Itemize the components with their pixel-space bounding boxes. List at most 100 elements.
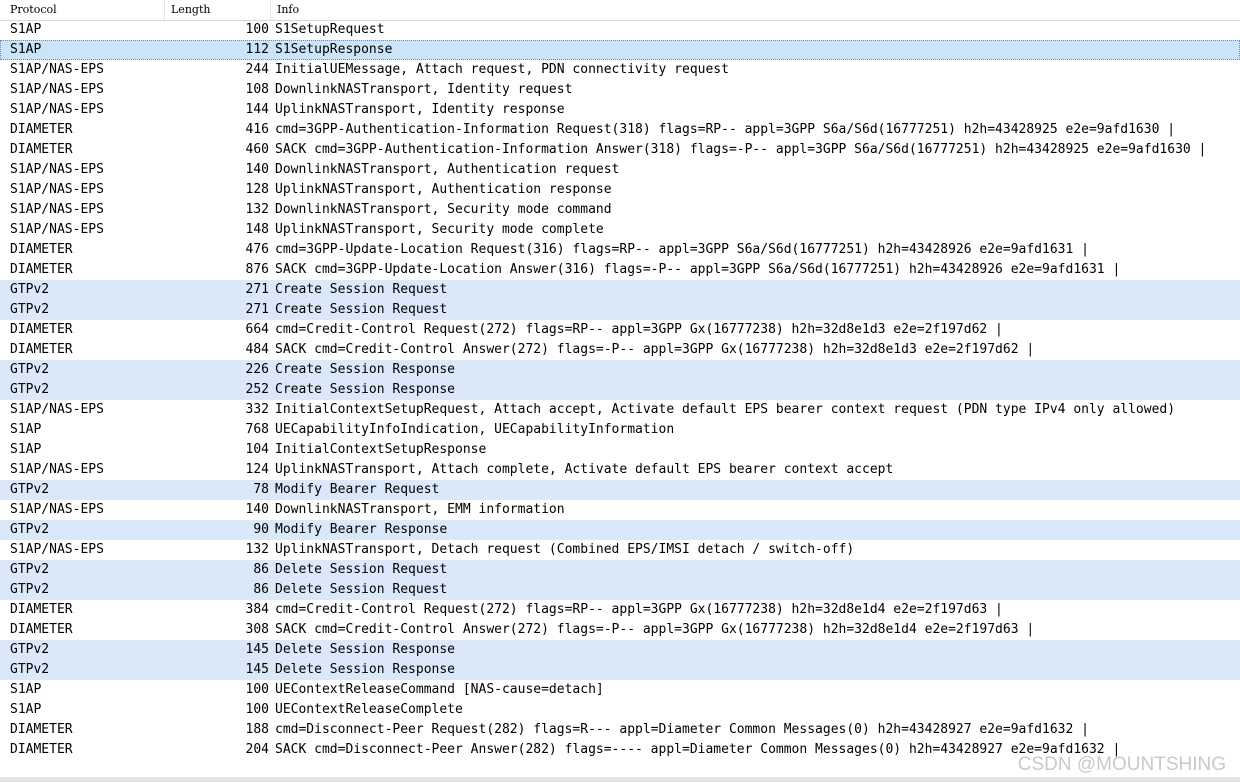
- info-cell: UplinkNASTransport, Detach request (Comb…: [275, 542, 855, 557]
- info-cell: UplinkNASTransport, Attach complete, Act…: [275, 462, 894, 477]
- info-cell: SACK cmd=3GPP-Authentication-Information…: [275, 142, 1207, 157]
- packet-row[interactable]: S1AP/NAS-EPS 144 UplinkNASTransport, Ident…: [0, 100, 1240, 120]
- length-cell: 104: [245, 442, 269, 457]
- packet-row[interactable]: GTPv2 145 Delete Session Response: [0, 640, 1240, 660]
- packet-row[interactable]: S1AP/NAS-EPS 132 UplinkNASTransport, Detac…: [0, 540, 1240, 560]
- packet-row[interactable]: DIAMETER 384 cmd=Credit-Control Request(27…: [0, 600, 1240, 620]
- info-cell: Create Session Response: [275, 382, 456, 397]
- packet-row[interactable]: GTPv2 90 Modify Bearer Response: [0, 520, 1240, 540]
- watermark: CSDN @MOUNTSHING: [1017, 754, 1226, 775]
- info-cell: cmd=3GPP-Authentication-Information Requ…: [275, 122, 1176, 137]
- protocol-cell: GTPv2: [10, 662, 50, 677]
- info-cell: InitialUEMessage, Attach request, PDN co…: [275, 62, 729, 77]
- protocol-cell: S1AP/NAS-EPS: [10, 182, 104, 197]
- packet-row[interactable]: S1AP 104 InitialContextSetupResponse: [0, 440, 1240, 460]
- protocol-cell: DIAMETER: [10, 322, 73, 337]
- info-cell: Delete Session Request: [275, 562, 448, 577]
- protocol-cell: DIAMETER: [10, 122, 73, 137]
- length-cell: 145: [245, 642, 269, 657]
- protocol-cell: GTPv2: [10, 582, 50, 597]
- info-cell: cmd=Credit-Control Request(272) flags=RP…: [275, 602, 1003, 617]
- length-cell: 124: [245, 462, 269, 477]
- packet-row[interactable]: S1AP/NAS-EPS 332 InitialContextSetupReques…: [0, 400, 1240, 420]
- protocol-cell: S1AP/NAS-EPS: [10, 502, 104, 517]
- packet-row[interactable]: GTPv2 226 Create Session Response: [0, 360, 1240, 380]
- length-cell: 140: [245, 502, 269, 517]
- packet-row[interactable]: S1AP 112 S1SetupResponse: [0, 40, 1240, 60]
- packet-row[interactable]: S1AP/NAS-EPS 124 UplinkNASTransport, Attac…: [0, 460, 1240, 480]
- packet-row[interactable]: S1AP 100 UEContextReleaseComplete: [0, 700, 1240, 720]
- info-cell: Create Session Request: [275, 282, 448, 297]
- length-cell: 416: [245, 122, 269, 137]
- length-cell: 271: [245, 282, 269, 297]
- length-cell: 90: [253, 522, 269, 537]
- packet-row[interactable]: GTPv2 271 Create Session Request: [0, 280, 1240, 300]
- packet-row[interactable]: S1AP/NAS-EPS 148 UplinkNASTransport, Secur…: [0, 220, 1240, 240]
- info-cell: SACK cmd=Credit-Control Answer(272) flag…: [275, 622, 1035, 637]
- packet-row[interactable]: GTPv2 78 Modify Bearer Request: [0, 480, 1240, 500]
- packet-row[interactable]: GTPv2 86 Delete Session Request: [0, 560, 1240, 580]
- length-cell: 108: [245, 82, 269, 97]
- packet-row[interactable]: S1AP/NAS-EPS 140 DownlinkNASTransport, Aut…: [0, 160, 1240, 180]
- length-cell: 332: [245, 402, 269, 417]
- protocol-cell: S1AP: [10, 22, 42, 37]
- column-header-protocol[interactable]: Protocol: [4, 0, 164, 20]
- packet-row[interactable]: GTPv2 252 Create Session Response: [0, 380, 1240, 400]
- length-cell: 78: [253, 482, 269, 497]
- info-cell: InitialContextSetupRequest, Attach accep…: [275, 402, 1176, 417]
- info-cell: UplinkNASTransport, Security mode comple…: [275, 222, 604, 237]
- packet-row[interactable]: DIAMETER 876 SACK cmd=3GPP-Update-Location…: [0, 260, 1240, 280]
- horizontal-scrollbar[interactable]: [0, 777, 1240, 782]
- packet-row[interactable]: DIAMETER 460 SACK cmd=3GPP-Authentication-…: [0, 140, 1240, 160]
- packet-row[interactable]: S1AP/NAS-EPS 128 UplinkNASTransport, Authe…: [0, 180, 1240, 200]
- protocol-cell: S1AP/NAS-EPS: [10, 402, 104, 417]
- protocol-cell: DIAMETER: [10, 142, 73, 157]
- info-cell: cmd=Credit-Control Request(272) flags=RP…: [275, 322, 1003, 337]
- length-cell: 664: [245, 322, 269, 337]
- protocol-cell: S1AP/NAS-EPS: [10, 102, 104, 117]
- packet-row[interactable]: S1AP/NAS-EPS 132 DownlinkNASTransport, Sec…: [0, 200, 1240, 220]
- length-cell: 308: [245, 622, 269, 637]
- packet-row[interactable]: DIAMETER 476 cmd=3GPP-Update-Location Requ…: [0, 240, 1240, 260]
- packet-row[interactable]: DIAMETER 664 cmd=Credit-Control Request(27…: [0, 320, 1240, 340]
- length-cell: 876: [245, 262, 269, 277]
- info-cell: Modify Bearer Response: [275, 522, 448, 537]
- protocol-cell: S1AP/NAS-EPS: [10, 202, 104, 217]
- length-cell: 244: [245, 62, 269, 77]
- info-cell: UplinkNASTransport, Authentication respo…: [275, 182, 612, 197]
- info-cell: UEContextReleaseCommand [NAS-cause=detac…: [275, 682, 604, 697]
- packet-row[interactable]: DIAMETER 484 SACK cmd=Credit-Control Answe…: [0, 340, 1240, 360]
- packet-row[interactable]: GTPv2 86 Delete Session Request: [0, 580, 1240, 600]
- length-cell: 768: [245, 422, 269, 437]
- packet-row[interactable]: GTPv2 145 Delete Session Response: [0, 660, 1240, 680]
- packet-row[interactable]: DIAMETER 308 SACK cmd=Credit-Control Answe…: [0, 620, 1240, 640]
- protocol-cell: S1AP/NAS-EPS: [10, 222, 104, 237]
- length-cell: 484: [245, 342, 269, 357]
- column-header-length[interactable]: Length: [164, 0, 270, 20]
- packet-row[interactable]: S1AP/NAS-EPS 108 DownlinkNASTransport, Ide…: [0, 80, 1240, 100]
- protocol-cell: GTPv2: [10, 482, 50, 497]
- length-cell: 132: [245, 542, 269, 557]
- protocol-cell: S1AP/NAS-EPS: [10, 62, 104, 77]
- packet-row[interactable]: S1AP 100 UEContextReleaseCommand [NAS-caus…: [0, 680, 1240, 700]
- packet-row[interactable]: GTPv2 271 Create Session Request: [0, 300, 1240, 320]
- packet-row[interactable]: S1AP 768 UECapabilityInfoIndication, UECap…: [0, 420, 1240, 440]
- packet-row[interactable]: DIAMETER 188 cmd=Disconnect-Peer Request(2…: [0, 720, 1240, 740]
- packet-row[interactable]: S1AP/NAS-EPS 140 DownlinkNASTransport, EMM…: [0, 500, 1240, 520]
- info-cell: cmd=3GPP-Update-Location Request(316) fl…: [275, 242, 1089, 257]
- column-header-info[interactable]: Info: [270, 0, 1240, 20]
- protocol-cell: DIAMETER: [10, 622, 73, 637]
- packet-row[interactable]: DIAMETER 416 cmd=3GPP-Authentication-Infor…: [0, 120, 1240, 140]
- length-cell: 252: [245, 382, 269, 397]
- packet-row[interactable]: S1AP/NAS-EPS 244 InitialUEMessage, Attach …: [0, 60, 1240, 80]
- protocol-cell: S1AP/NAS-EPS: [10, 462, 104, 477]
- length-cell: 112: [245, 42, 269, 57]
- length-cell: 86: [253, 582, 269, 597]
- protocol-cell: S1AP: [10, 442, 42, 457]
- packet-row[interactable]: S1AP 100 S1SetupRequest: [0, 20, 1240, 40]
- protocol-cell: GTPv2: [10, 642, 50, 657]
- length-cell: 204: [245, 742, 269, 757]
- protocol-cell: GTPv2: [10, 362, 50, 377]
- length-cell: 128: [245, 182, 269, 197]
- info-cell: UplinkNASTransport, Identity response: [275, 102, 565, 117]
